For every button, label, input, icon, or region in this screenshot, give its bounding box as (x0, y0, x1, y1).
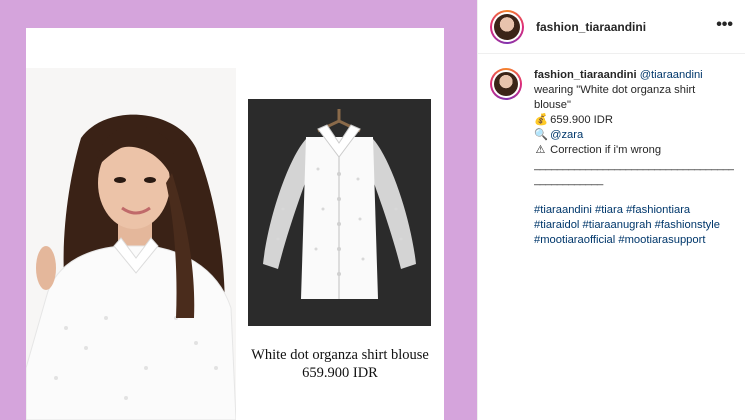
caption-title: White dot organza shirt blouse (251, 347, 429, 363)
post-image[interactable]: White dot organza shirt blouse 659.900 I… (0, 0, 477, 420)
blouse-illustration (248, 99, 431, 326)
comment-avatar-image (494, 72, 518, 96)
comment-text: fashion_tiaraandini @tiaraandini wearing… (534, 68, 734, 248)
hashtag[interactable]: #tiaraanugrah (583, 219, 652, 231)
post-sidebar: fashion_tiaraandini ••• fashion_tiaraand… (477, 0, 745, 420)
comment-avatar[interactable] (490, 68, 522, 100)
product-card: White dot organza shirt blouse 659.900 I… (26, 28, 444, 420)
more-options-icon[interactable]: ••• (716, 16, 733, 34)
avatar[interactable] (490, 9, 524, 44)
caption-comment: fashion_tiaraandini @tiaraandini wearing… (478, 54, 745, 248)
post-header: fashion_tiaraandini ••• (478, 0, 745, 54)
hashtag[interactable]: #tiara (595, 204, 623, 216)
brand-line: 🔍 @zara (534, 128, 734, 143)
mention-link[interactable]: @tiaraandini (640, 69, 703, 81)
hashtag[interactable]: #mootiaraofficial (534, 234, 615, 246)
hashtag[interactable]: #tiaraidol (534, 219, 579, 231)
note-line: ⚠ Correction if i'm wrong (534, 143, 734, 158)
divider-line-1: _______________________________________ (534, 159, 734, 171)
avatar-image (494, 13, 520, 40)
warning-icon: ⚠ (535, 144, 546, 156)
hashtag[interactable]: #fashiontiara (626, 204, 690, 216)
magnifier-icon: 🔍 (534, 129, 548, 141)
hashtag[interactable]: #fashionstyle (655, 219, 720, 231)
hashtag[interactable]: #tiaraandini (534, 204, 592, 216)
caption-price: 659.900 IDR (302, 365, 378, 381)
model-photo (26, 68, 236, 420)
product-photo (248, 99, 431, 326)
model-illustration (26, 114, 236, 420)
image-caption: White dot organza shirt blouse 659.900 I… (236, 346, 444, 382)
price-text: 659.900 IDR (550, 114, 613, 126)
hashtag[interactable]: #mootiarasupport (618, 234, 705, 246)
comment-username[interactable]: fashion_tiaraandini (534, 69, 637, 81)
divider-line-2: ____________ (534, 174, 603, 186)
header-username[interactable]: fashion_tiaraandini (536, 20, 646, 34)
price-line: 💰 659.900 IDR (534, 113, 734, 128)
caption-line: wearing "White dot organza shirt blouse" (534, 84, 696, 111)
note-text: Correction if i'm wrong (550, 144, 662, 156)
money-bag-icon: 💰 (534, 114, 548, 126)
brand-link[interactable]: @zara (550, 129, 583, 141)
hashtag-list: #tiaraandini #tiara #fashiontiara #tiara… (534, 203, 734, 248)
